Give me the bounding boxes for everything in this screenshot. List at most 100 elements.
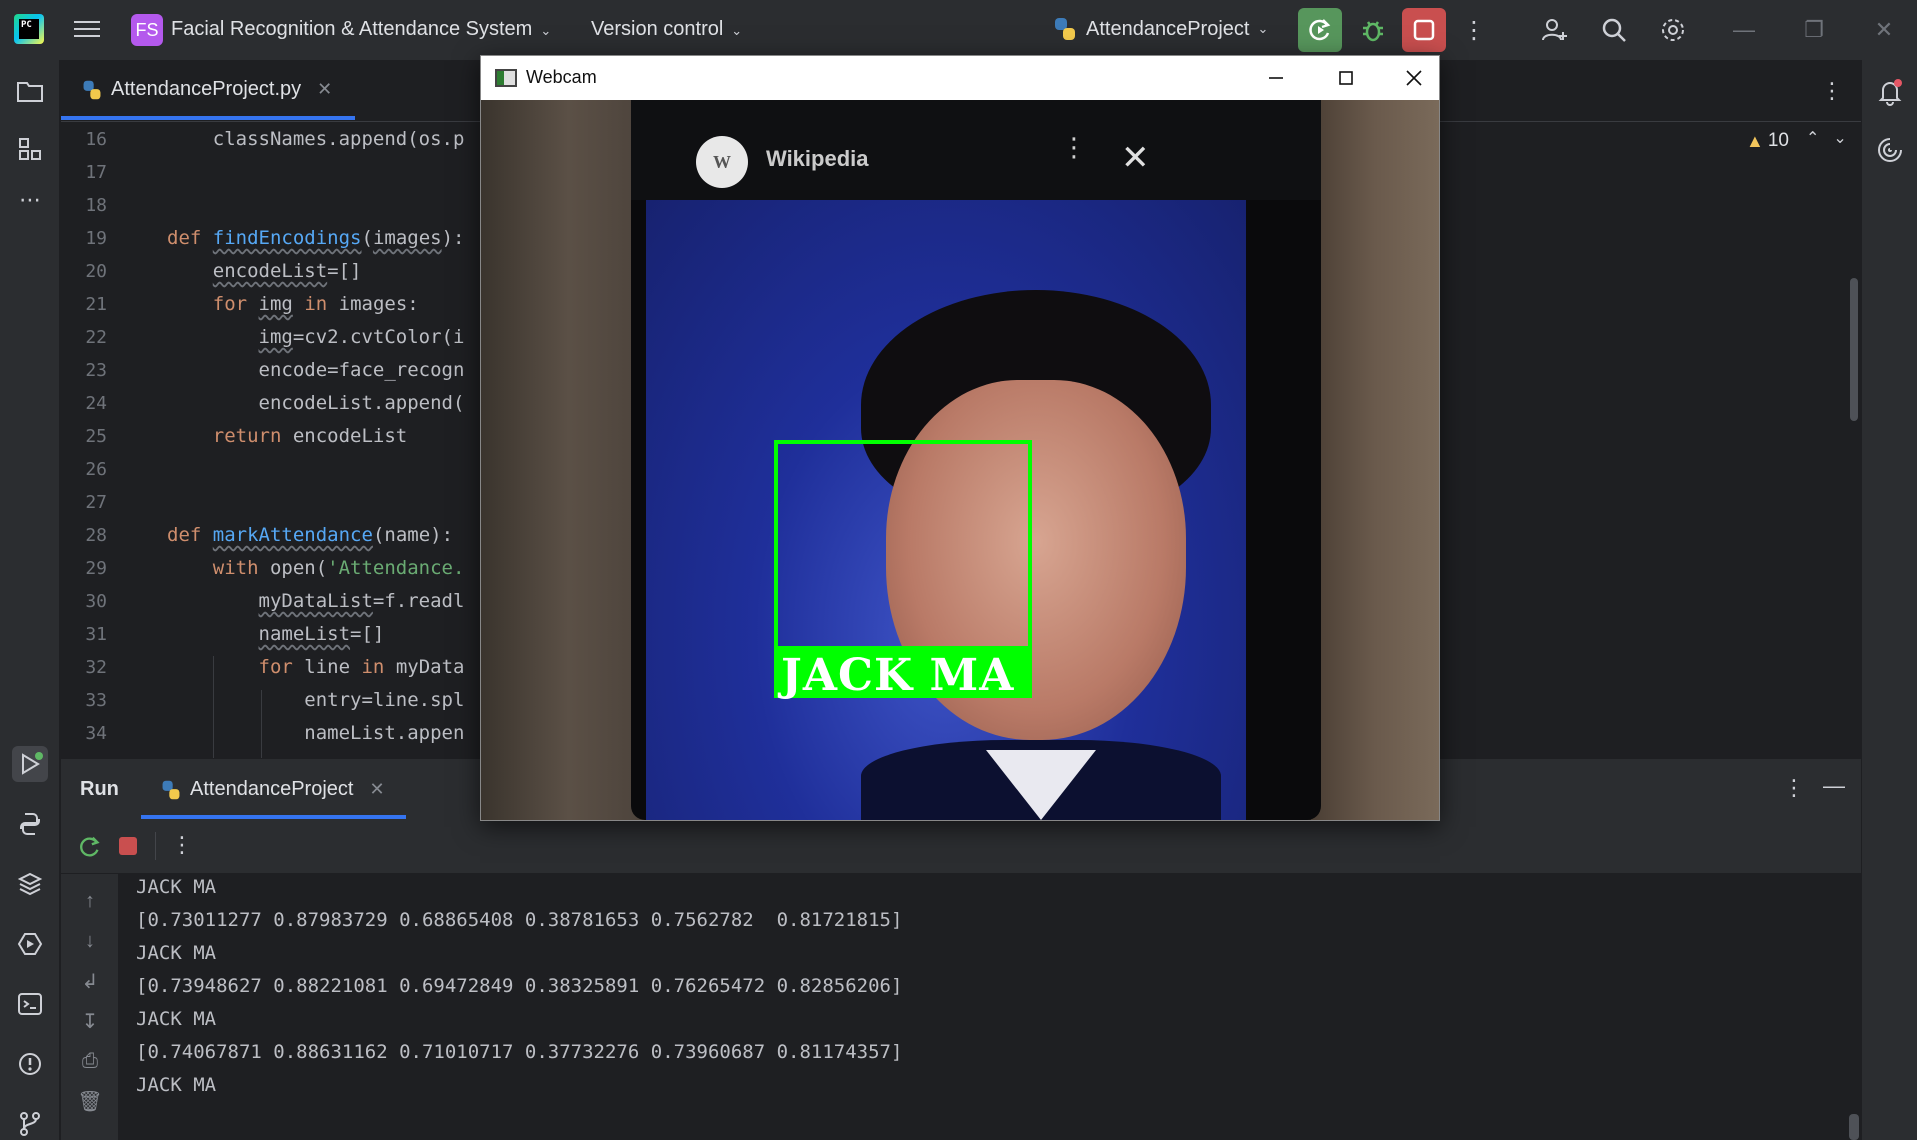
line-number: 22 bbox=[85, 327, 107, 348]
run-config-label: AttendanceProject bbox=[1086, 17, 1250, 40]
hide-panel-icon[interactable]: — bbox=[1823, 773, 1845, 799]
chevron-down-icon: ⌄ bbox=[1257, 21, 1269, 36]
rerun-icon[interactable] bbox=[77, 834, 103, 865]
more-actions-icon[interactable]: ⋮ bbox=[1458, 14, 1490, 46]
webcam-minimize-icon[interactable] bbox=[1253, 62, 1299, 94]
arrow-down-icon[interactable]: ↓ bbox=[77, 928, 103, 954]
run-config-selector[interactable]: AttendanceProject ⌄ bbox=[1052, 16, 1268, 42]
run-options-icon[interactable]: ⋮ bbox=[1783, 775, 1805, 801]
project-switcher[interactable]: Facial Recognition & Attendance System ⌄ bbox=[171, 18, 551, 41]
editor-scrollbar[interactable] bbox=[1850, 278, 1858, 421]
webcam-close-icon[interactable] bbox=[1391, 62, 1437, 94]
toolbar-divider bbox=[155, 832, 156, 860]
git-branch-icon[interactable] bbox=[12, 1106, 48, 1140]
line-number: 26 bbox=[85, 459, 107, 480]
project-badge[interactable]: FS bbox=[131, 14, 163, 46]
line-number: 18 bbox=[85, 195, 107, 216]
editor-tab-attendanceproject[interactable]: AttendanceProject.py ✕ bbox=[81, 78, 332, 101]
console-line: JACK MA bbox=[136, 876, 217, 898]
code-line: encodeList.append( bbox=[167, 392, 465, 414]
more-tools-icon[interactable]: ⋯ bbox=[12, 182, 48, 218]
left-tool-strip: ⋯ bbox=[0, 60, 60, 1140]
version-control-menu[interactable]: Version control ⌄ bbox=[591, 18, 742, 41]
code-line: myDataList=f.readl bbox=[258, 590, 465, 612]
window-close-icon[interactable]: ✕ bbox=[1864, 14, 1904, 46]
tabs-more-icon[interactable]: ⋮ bbox=[1821, 78, 1843, 104]
problem-nav-arrows[interactable]: ⌃⌄ bbox=[1806, 128, 1861, 148]
stop-button[interactable] bbox=[1402, 8, 1446, 52]
soft-wrap-icon[interactable]: ↲ bbox=[77, 968, 103, 994]
console-line: JACK MA bbox=[136, 1074, 217, 1096]
print-icon[interactable]: ⎙ bbox=[77, 1048, 103, 1074]
close-icon: ✕ bbox=[1121, 139, 1150, 177]
code-line: nameList=[] bbox=[258, 623, 385, 645]
stop-icon[interactable] bbox=[119, 837, 137, 855]
inspection-widget[interactable]: ▲ 10 bbox=[1746, 130, 1789, 152]
bug-icon bbox=[1363, 21, 1383, 42]
webcam-titlebar[interactable]: Webcam bbox=[481, 56, 1439, 100]
code-line: entry=line.spl bbox=[167, 689, 465, 711]
line-number: 23 bbox=[85, 360, 107, 381]
webcam-maximize-icon[interactable] bbox=[1323, 62, 1369, 94]
line-number: 28 bbox=[85, 525, 107, 546]
python-console-icon[interactable] bbox=[12, 806, 48, 842]
line-number: 24 bbox=[85, 393, 107, 414]
code-line: img=cv2.cvtColor(i bbox=[258, 326, 465, 348]
console-scrollbar[interactable] bbox=[1849, 1114, 1859, 1140]
tab-close-icon[interactable]: ✕ bbox=[369, 779, 384, 800]
python-packages-icon[interactable] bbox=[12, 866, 48, 902]
more-icon[interactable]: ⋮ bbox=[171, 832, 193, 858]
active-tab-indicator bbox=[61, 116, 355, 120]
line-number: 25 bbox=[85, 426, 107, 447]
wikipedia-label: Wikipedia bbox=[766, 146, 869, 171]
run-tool-icon[interactable] bbox=[12, 746, 48, 782]
problems-icon[interactable] bbox=[12, 1046, 48, 1082]
arrow-up-icon[interactable]: ↑ bbox=[77, 888, 103, 914]
room-background bbox=[1311, 100, 1439, 820]
window-restore-icon[interactable]: ❐ bbox=[1794, 14, 1834, 46]
add-user-icon[interactable] bbox=[1538, 14, 1570, 46]
python-icon bbox=[162, 780, 180, 799]
ai-assistant-icon[interactable] bbox=[1872, 132, 1908, 168]
window-minimize-icon[interactable]: — bbox=[1724, 14, 1764, 46]
python-file-icon bbox=[83, 80, 101, 99]
run-console[interactable]: JACK MA [0.73011277 0.87983729 0.6886540… bbox=[118, 874, 1861, 1140]
code-line: with open('Attendance. bbox=[212, 557, 465, 579]
rerun-button[interactable] bbox=[1298, 8, 1342, 52]
code-line: for img in images: bbox=[212, 293, 419, 315]
line-number-gutter: 16 17 18 19 20 21 22 23 24 25 26 27 28 2… bbox=[61, 122, 161, 758]
webcam-video-feed: W Wikipedia ⋮ ✕ JACK MA bbox=[481, 100, 1439, 820]
code-line: def findEncodings(images): bbox=[167, 227, 465, 249]
project-folder-icon[interactable] bbox=[12, 73, 48, 109]
scroll-to-end-icon[interactable]: ↧ bbox=[77, 1008, 103, 1034]
services-icon[interactable] bbox=[12, 926, 48, 962]
main-menu-icon[interactable] bbox=[74, 18, 100, 40]
webcam-window[interactable]: Webcam W Wikipedia ⋮ ✕ JACK MA bbox=[480, 55, 1440, 821]
run-toolbar: ⋮ bbox=[61, 820, 1861, 874]
structure-icon[interactable] bbox=[12, 131, 48, 167]
code-line: for line in myData bbox=[258, 656, 465, 678]
wikipedia-logo-icon: W bbox=[696, 136, 748, 188]
terminal-icon[interactable] bbox=[12, 986, 48, 1022]
settings-gear-icon[interactable] bbox=[1657, 14, 1689, 46]
warning-count: 10 bbox=[1767, 130, 1789, 151]
run-side-toolbar: ↑ ↓ ↲ ↧ ⎙ 🗑 bbox=[61, 874, 118, 1140]
editor-tab-label: AttendanceProject.py bbox=[111, 78, 302, 100]
line-number: 33 bbox=[85, 690, 107, 711]
room-background bbox=[481, 100, 656, 820]
code-line: encodeList=[] bbox=[212, 260, 362, 282]
run-tab-attendanceproject[interactable]: AttendanceProject ✕ bbox=[160, 778, 385, 801]
active-tab-indicator bbox=[141, 815, 406, 819]
trash-icon[interactable]: 🗑 bbox=[77, 1088, 103, 1114]
notifications-bell-icon[interactable] bbox=[1872, 74, 1908, 110]
line-number: 34 bbox=[85, 723, 107, 744]
debug-button[interactable] bbox=[1351, 8, 1395, 52]
wikipedia-header: W Wikipedia ⋮ ✕ bbox=[631, 100, 1321, 200]
line-number: 16 bbox=[85, 129, 107, 150]
tab-close-icon[interactable]: ✕ bbox=[317, 79, 332, 100]
search-icon[interactable] bbox=[1598, 14, 1630, 46]
code-line: def markAttendance(name): bbox=[167, 524, 454, 546]
line-number: 30 bbox=[85, 591, 107, 612]
code-line: return encodeList bbox=[212, 425, 408, 447]
pycharm-logo-icon[interactable]: PC bbox=[14, 14, 44, 44]
